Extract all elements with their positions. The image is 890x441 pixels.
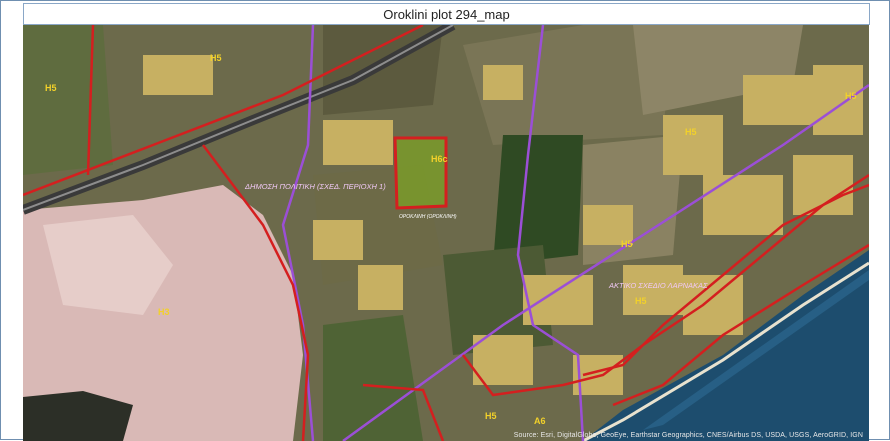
area-label: ΔΗΜΟΣΗ ΠΟΛΙΤΙΚΗ (ΣΧΕΔ. ΠΕΡΙΟΧΗ 1): [244, 182, 386, 191]
zone-label: H3: [158, 307, 170, 317]
map-canvas[interactable]: H6c H5 H5 H5 H5 H3 H5 H5 H5 A6 ΔΗΜΟΣΗ ΠΟ…: [23, 25, 869, 441]
zone-label: H5: [210, 53, 222, 63]
map-title: Oroklini plot 294_map: [23, 3, 870, 25]
area-label: ΑΚΤΙΚΟ ΣΧΕΔΙΟ ΛΑΡΝΑΚΑΣ: [608, 281, 708, 290]
field-west: [23, 25, 113, 175]
highlighted-plot: [393, 136, 448, 210]
zone-label: A6: [534, 416, 546, 426]
zone-label: H5: [485, 411, 497, 421]
area-label: ΟΡΟΚΛΙΝΗ (ΟΡΟΚΛΙΝΗ): [399, 214, 457, 220]
zone-label: H5: [635, 296, 647, 306]
map-attribution: Source: Esri, DigitalGlobe, GeoEye, Eart…: [513, 432, 863, 439]
satellite-map[interactable]: H6c H5 H5 H5 H5 H3 H5 H5 H5 A6 ΔΗΜΟΣΗ ΠΟ…: [23, 25, 869, 441]
zone-label: H5: [845, 91, 857, 101]
zone-label: H5: [45, 83, 57, 93]
zone-label: H5: [685, 127, 697, 137]
highlighted-plot-label: H6c: [431, 154, 448, 164]
map-window: Oroklini plot 294_map H6c H5 H5 H5 H5 H3…: [0, 0, 890, 441]
zone-label: H5: [621, 239, 633, 249]
